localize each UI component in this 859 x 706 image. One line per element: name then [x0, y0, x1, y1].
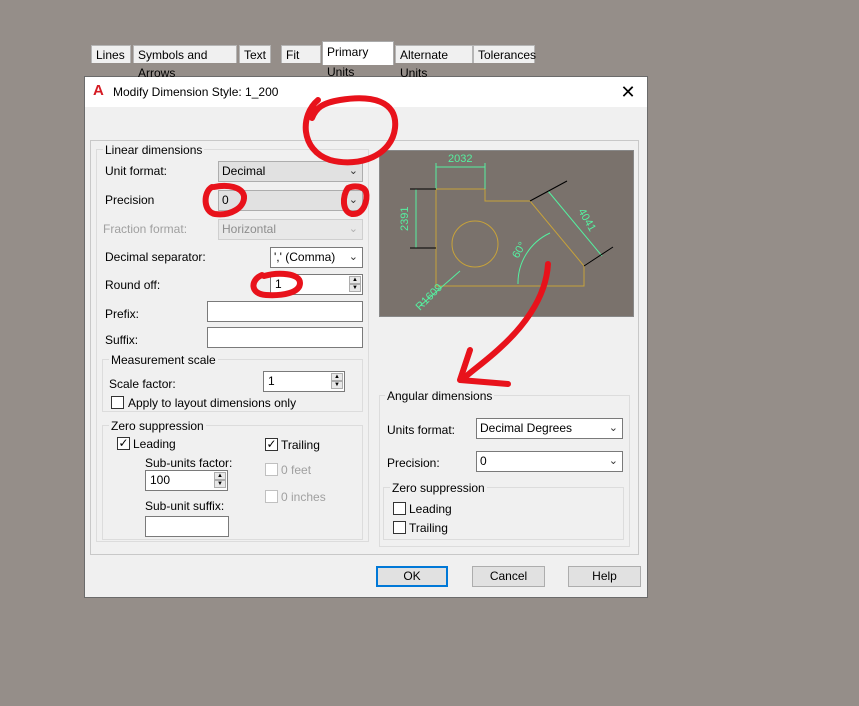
round-off-spinner[interactable]: ▲ ▼ [349, 276, 361, 293]
decimal-separator-select[interactable]: ',' (Comma) ⌄ [270, 247, 363, 268]
autocad-logo-icon: A [93, 82, 104, 99]
angular-leading-checkbox[interactable] [393, 502, 406, 515]
sub-units-factor-value: 100 [150, 473, 171, 487]
decimal-separator-label: Decimal separator: [105, 250, 206, 264]
dim-left-value: 2391 [399, 207, 411, 231]
angular-precision-label: Precision: [387, 456, 440, 470]
dialog-title: Modify Dimension Style: 1_200 [113, 85, 279, 99]
tab-lines[interactable]: Lines [91, 45, 131, 63]
zero-feet-checkbox[interactable] [265, 463, 278, 476]
dimension-preview: 2032 2391 4041 60° R1609 [379, 150, 634, 317]
angular-leading-label: Leading [409, 502, 452, 516]
units-format-select[interactable]: Decimal Degrees ⌄ [476, 418, 623, 439]
sub-unit-suffix-input[interactable] [145, 516, 229, 537]
units-format-label: Units format: [387, 423, 456, 437]
fraction-format-label: Fraction format: [103, 222, 188, 236]
dim-top-value: 2032 [448, 153, 472, 165]
scale-factor-value: 1 [268, 374, 275, 388]
spin-up-icon[interactable]: ▲ [349, 276, 361, 284]
suffix-label: Suffix: [105, 333, 139, 347]
leading-label: Leading [133, 437, 176, 451]
measurement-scale-label: Measurement scale [109, 353, 218, 367]
close-icon[interactable]: ✕ [617, 81, 639, 103]
decimal-separator-value: ',' (Comma) [274, 250, 336, 264]
angular-trailing-label: Trailing [409, 521, 448, 535]
tab-fit[interactable]: Fit [281, 45, 321, 63]
chevron-down-icon: ⌄ [348, 223, 358, 235]
scale-factor-spinner[interactable]: ▲ ▼ [331, 373, 343, 390]
chevron-down-icon: ⌄ [608, 422, 618, 434]
chevron-down-icon: ⌄ [348, 251, 358, 263]
spin-up-icon[interactable]: ▲ [331, 373, 343, 381]
tab-tolerances[interactable]: Tolerances [473, 45, 536, 63]
cancel-button[interactable]: Cancel [472, 566, 545, 587]
tab-symbols-and-arrows[interactable]: Symbols and Arrows [133, 45, 237, 80]
zero-suppression-linear-label: Zero suppression [109, 419, 206, 433]
unit-format-label: Unit format: [105, 164, 168, 178]
precision-value: 0 [222, 193, 229, 207]
chevron-down-icon: ⌄ [608, 455, 618, 467]
angular-precision-value: 0 [480, 454, 487, 468]
chevron-down-icon: ⌄ [348, 165, 358, 177]
dim-right-value: 4041 [575, 207, 598, 234]
precision-label: Precision [105, 193, 155, 207]
sub-units-factor-input[interactable]: 100 ▲ ▼ [145, 470, 228, 491]
unit-format-value: Decimal [222, 164, 266, 178]
apply-layout-checkbox[interactable] [111, 396, 124, 409]
sub-units-spinner[interactable]: ▲ ▼ [214, 472, 226, 489]
dim-angle-value: 60° [510, 240, 529, 260]
trailing-label: Trailing [281, 438, 320, 452]
angular-dimensions-label: Angular dimensions [385, 389, 495, 403]
part-outline [435, 188, 585, 287]
zero-feet-label: 0 feet [281, 463, 312, 477]
round-off-label: Round off: [105, 278, 161, 292]
angular-precision-select[interactable]: 0 ⌄ [476, 451, 623, 472]
zero-inches-checkbox[interactable] [265, 490, 278, 503]
spin-down-icon[interactable]: ▼ [214, 480, 226, 488]
round-off-value: 1 [275, 277, 282, 291]
part-hole [451, 220, 499, 268]
units-format-value: Decimal Degrees [480, 421, 573, 435]
spin-down-icon[interactable]: ▼ [349, 284, 361, 292]
dim-radius-value: R1609 [414, 282, 445, 313]
fraction-format-value: Horizontal [222, 222, 277, 236]
tab-primary-units[interactable]: Primary Units [322, 41, 394, 79]
round-off-input[interactable]: 1 ▲ ▼ [270, 274, 363, 295]
angular-trailing-checkbox[interactable] [393, 521, 406, 534]
zero-suppression-angular-label: Zero suppression [390, 481, 487, 495]
prefix-input[interactable] [207, 301, 363, 322]
chevron-down-icon: ⌄ [348, 194, 358, 206]
tab-alternate-units[interactable]: Alternate Units [395, 45, 473, 80]
prefix-label: Prefix: [105, 307, 140, 321]
sub-units-factor-label: Sub-units factor: [145, 456, 233, 470]
preview-drawing: 2032 2391 4041 60° R1609 [399, 153, 614, 313]
fraction-format-select[interactable]: Horizontal ⌄ [218, 219, 363, 240]
scale-factor-input[interactable]: 1 ▲ ▼ [263, 371, 345, 392]
trailing-checkbox[interactable]: ✓ [265, 438, 278, 451]
spin-up-icon[interactable]: ▲ [214, 472, 226, 480]
sub-unit-suffix-label: Sub-unit suffix: [145, 499, 225, 513]
apply-layout-label: Apply to layout dimensions only [128, 396, 297, 410]
leading-checkbox[interactable]: ✓ [117, 437, 130, 450]
tab-text[interactable]: Text [239, 45, 271, 63]
spin-down-icon[interactable]: ▼ [331, 381, 343, 389]
unit-format-select[interactable]: Decimal ⌄ [218, 161, 363, 182]
precision-select[interactable]: 0 ⌄ [218, 190, 363, 211]
help-button[interactable]: Help [568, 566, 641, 587]
linear-dimensions-label: Linear dimensions [103, 143, 205, 157]
suffix-input[interactable] [207, 327, 363, 348]
scale-factor-label: Scale factor: [109, 377, 176, 391]
ok-button[interactable]: OK [376, 566, 448, 587]
zero-inches-label: 0 inches [281, 490, 326, 504]
